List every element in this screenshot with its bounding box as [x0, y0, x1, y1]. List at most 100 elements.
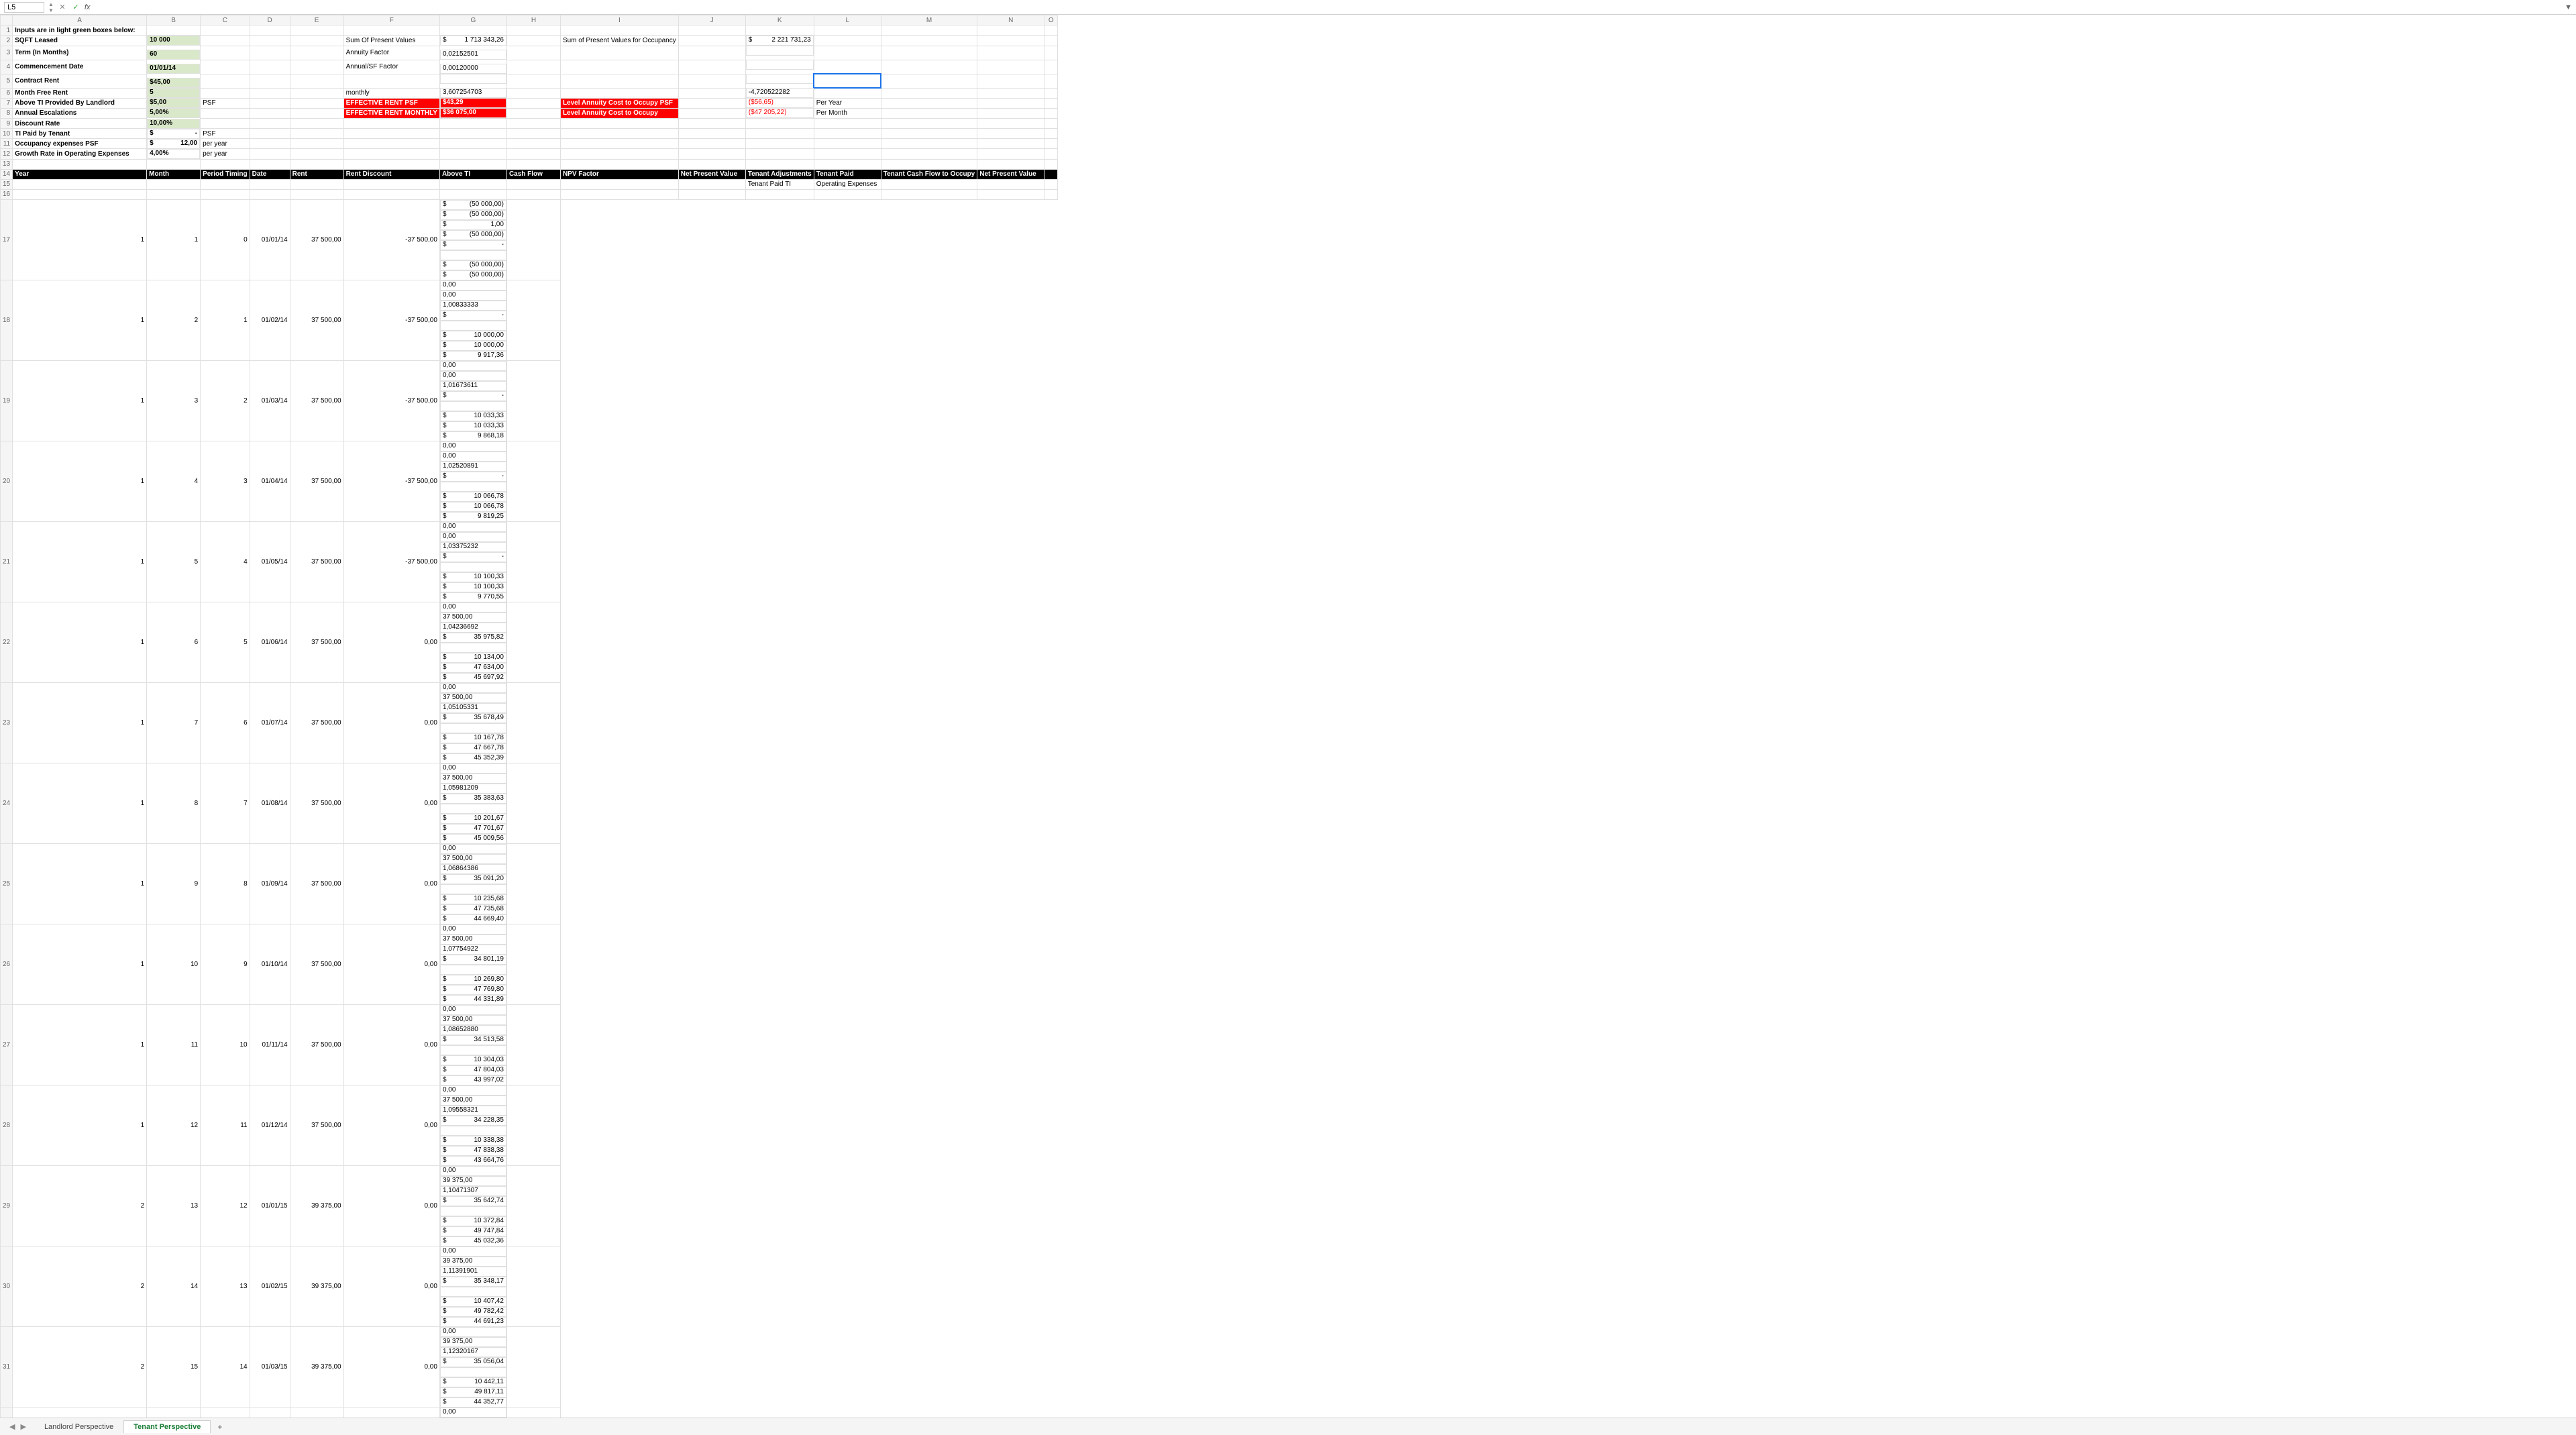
cell-npv-factor[interactable]: $1,00 — [440, 220, 506, 230]
sheet-tab[interactable]: Landlord Perspective — [34, 1420, 123, 1433]
cell-tenant-paid[interactable]: $10 033,33 — [440, 411, 506, 421]
cell-discount[interactable]: 0,00 — [343, 1327, 439, 1407]
input-value[interactable]: 60 — [147, 50, 200, 60]
cell[interactable] — [1044, 159, 1058, 169]
cell[interactable] — [881, 108, 977, 119]
cell-cf-occupy[interactable]: $(50 000,00) — [440, 260, 506, 270]
cell-date[interactable]: 01/06/14 — [250, 602, 290, 683]
cell[interactable] — [343, 129, 439, 139]
row-header[interactable]: 23 — [1, 683, 13, 763]
cell-period[interactable]: 3 — [201, 441, 250, 522]
row-header[interactable]: 27 — [1, 1005, 13, 1085]
cell-month[interactable]: 10 — [147, 924, 201, 1005]
row-header[interactable]: 5 — [1, 74, 13, 88]
cell-above-ti[interactable]: 0,00 — [440, 1005, 506, 1015]
cell[interactable] — [506, 25, 560, 36]
cell[interactable] — [814, 139, 881, 149]
cell-tenant-paid[interactable]: $10 201,67 — [440, 814, 506, 824]
cell-npv-factor[interactable]: 1,02520891 — [440, 462, 506, 472]
cell[interactable] — [678, 88, 745, 98]
cell[interactable] — [977, 159, 1044, 169]
cell[interactable] — [881, 149, 977, 160]
cell[interactable] — [506, 159, 560, 169]
cell[interactable] — [506, 844, 560, 924]
cell-above-ti[interactable]: 0,00 — [440, 361, 506, 371]
cell-month[interactable]: 16 — [147, 1407, 201, 1418]
input-value[interactable]: $- — [147, 129, 200, 139]
cell[interactable] — [977, 189, 1044, 199]
cell[interactable] — [250, 119, 290, 129]
cell[interactable] — [881, 98, 977, 108]
cell[interactable] — [506, 763, 560, 844]
cell-discount[interactable]: -37 500,00 — [343, 280, 439, 361]
cell-above-ti[interactable]: 0,00 — [440, 1085, 506, 1096]
cell-month[interactable]: 6 — [147, 602, 201, 683]
cell[interactable] — [560, 159, 678, 169]
cell[interactable] — [506, 74, 560, 88]
cell-rent[interactable]: 37 500,00 — [290, 361, 343, 441]
cell[interactable] — [343, 119, 439, 129]
column-header[interactable]: C — [201, 15, 250, 25]
cell-discount[interactable]: -37 500,00 — [343, 441, 439, 522]
cell[interactable] — [506, 924, 560, 1005]
cell-tenant-paid[interactable]: $10 066,78 — [440, 492, 506, 502]
cell-period[interactable]: 5 — [201, 602, 250, 683]
cell-rent[interactable]: 37 500,00 — [290, 602, 343, 683]
confirm-icon[interactable]: ✓ — [71, 3, 80, 12]
name-box-dropdown-icon[interactable]: ▲▼ — [48, 1, 54, 13]
cell-npv-factor[interactable]: 1,05981209 — [440, 784, 506, 794]
cell-month[interactable]: 15 — [147, 1327, 201, 1407]
row-header[interactable]: 15 — [1, 179, 13, 189]
cell-date[interactable]: 01/04/15 — [250, 1407, 290, 1418]
cell[interactable] — [1044, 139, 1058, 149]
cell[interactable] — [250, 36, 290, 46]
cell-period[interactable]: 13 — [201, 1246, 250, 1327]
name-box[interactable]: L5 — [4, 2, 44, 13]
cell[interactable] — [678, 149, 745, 160]
cell-npv[interactable]: $34 801,19 — [440, 955, 506, 965]
cell[interactable] — [290, 108, 343, 119]
cell[interactable] — [745, 139, 814, 149]
input-value[interactable]: $45,00 — [147, 78, 200, 88]
cell[interactable] — [745, 129, 814, 139]
cell-period[interactable]: 12 — [201, 1166, 250, 1246]
cell-present-value[interactable]: $44 331,89 — [440, 995, 506, 1005]
cell[interactable] — [343, 139, 439, 149]
row-header[interactable]: 32 — [1, 1407, 13, 1418]
column-header[interactable]: O — [1044, 15, 1058, 25]
cell[interactable] — [290, 139, 343, 149]
cell-above-ti[interactable]: 0,00 — [440, 1166, 506, 1176]
cell-cf-occupy[interactable]: $10 100,33 — [440, 582, 506, 592]
row-header[interactable]: 4 — [1, 60, 13, 74]
cell-present-value[interactable]: $9 770,55 — [440, 592, 506, 602]
input-value[interactable]: 10 000 — [147, 36, 200, 46]
cell-present-value[interactable]: $45 009,56 — [440, 834, 506, 844]
cell-period[interactable]: 9 — [201, 924, 250, 1005]
cell-above-ti[interactable]: 0,00 — [440, 1327, 506, 1337]
cell-above-ti[interactable]: 0,00 — [440, 683, 506, 693]
prev-sheet-icon[interactable]: ◀ — [9, 1422, 15, 1431]
cell-discount[interactable]: 0,00 — [343, 1246, 439, 1327]
cell[interactable] — [678, 60, 745, 74]
cell-month[interactable]: 5 — [147, 522, 201, 602]
cell[interactable] — [147, 25, 201, 36]
cell-period[interactable]: 11 — [201, 1085, 250, 1166]
cell-discount[interactable]: 0,00 — [343, 1407, 439, 1418]
cell-date[interactable]: 01/11/14 — [250, 1005, 290, 1085]
cell-date[interactable]: 01/03/15 — [250, 1327, 290, 1407]
cell-rent[interactable]: 37 500,00 — [290, 441, 343, 522]
column-header[interactable]: A — [13, 15, 147, 25]
cell[interactable] — [439, 129, 506, 139]
cell[interactable] — [814, 159, 881, 169]
cell[interactable] — [290, 98, 343, 108]
cell[interactable] — [506, 602, 560, 683]
cell-above-ti[interactable]: 0,00 — [440, 844, 506, 854]
cell[interactable] — [439, 159, 506, 169]
cell[interactable] — [1044, 129, 1058, 139]
cell-tenant-adj[interactable]: $- — [440, 240, 506, 250]
fx-icon[interactable]: fx — [85, 3, 91, 11]
cell-discount[interactable]: -37 500,00 — [343, 522, 439, 602]
cell-period[interactable]: 10 — [201, 1005, 250, 1085]
input-value[interactable]: 5 — [147, 88, 200, 98]
cell-rent[interactable]: 37 500,00 — [290, 683, 343, 763]
